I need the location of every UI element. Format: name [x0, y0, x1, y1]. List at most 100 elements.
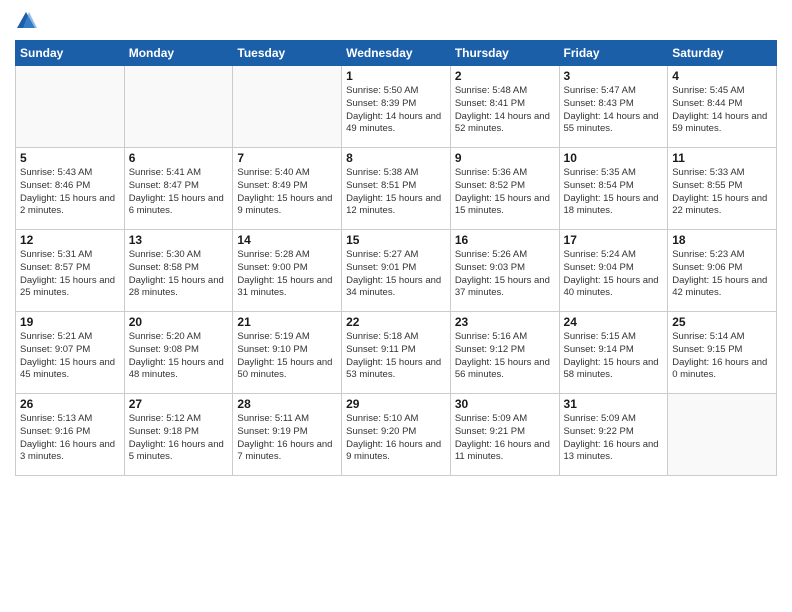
calendar-day-cell: 5 Sunrise: 5:43 AM Sunset: 8:46 PM Daylig…: [16, 148, 125, 230]
weekday-header: Thursday: [450, 41, 559, 66]
day-number: 10: [564, 151, 664, 165]
day-info: Sunrise: 5:20 AM Sunset: 9:08 PM Dayligh…: [129, 331, 229, 382]
day-info: Sunrise: 5:11 AM Sunset: 9:19 PM Dayligh…: [237, 413, 337, 464]
day-number: 6: [129, 151, 229, 165]
calendar-day-cell: [124, 66, 233, 148]
calendar-header-row: SundayMondayTuesdayWednesdayThursdayFrid…: [16, 41, 777, 66]
calendar-week-row: 12 Sunrise: 5:31 AM Sunset: 8:57 PM Dayli…: [16, 230, 777, 312]
logo-icon: [15, 10, 37, 32]
day-number: 30: [455, 397, 555, 411]
day-info: Sunrise: 5:31 AM Sunset: 8:57 PM Dayligh…: [20, 249, 120, 300]
day-info: Sunrise: 5:41 AM Sunset: 8:47 PM Dayligh…: [129, 167, 229, 218]
calendar-day-cell: 15Sunrise: 5:27 AM Sunset: 9:01 PM Dayli…: [342, 230, 451, 312]
day-number: 16: [455, 233, 555, 247]
day-number: 22: [346, 315, 446, 329]
day-info: Sunrise: 5:24 AM Sunset: 9:04 PM Dayligh…: [564, 249, 664, 300]
day-info: Sunrise: 5:28 AM Sunset: 9:00 PM Dayligh…: [237, 249, 337, 300]
calendar-week-row: 19 Sunrise: 5:21 AM Sunset: 9:07 PM Dayli…: [16, 312, 777, 394]
day-info: Sunrise: 5:21 AM Sunset: 9:07 PM Dayligh…: [20, 331, 120, 382]
day-info: Sunrise: 5:26 AM Sunset: 9:03 PM Dayligh…: [455, 249, 555, 300]
logo: [15, 10, 40, 32]
day-number: 13: [129, 233, 229, 247]
day-number: 31: [564, 397, 664, 411]
calendar-day-cell: 27 Sunrise: 5:12 AM Sunset: 9:18 PM Dayli…: [124, 394, 233, 476]
calendar-day-cell: 3 Sunrise: 5:47 AM Sunset: 8:43 PM Daylig…: [559, 66, 668, 148]
day-info: Sunrise: 5:18 AM Sunset: 9:11 PM Dayligh…: [346, 331, 446, 382]
day-number: 1: [346, 69, 446, 83]
weekday-header: Saturday: [668, 41, 777, 66]
day-info: Sunrise: 5:45 AM Sunset: 8:44 PM Dayligh…: [672, 85, 772, 136]
calendar-day-cell: 7Sunrise: 5:40 AM Sunset: 8:49 PM Daylig…: [233, 148, 342, 230]
day-info: Sunrise: 5:35 AM Sunset: 8:54 PM Dayligh…: [564, 167, 664, 218]
day-info: Sunrise: 5:40 AM Sunset: 8:49 PM Dayligh…: [237, 167, 337, 218]
calendar-day-cell: 28 Sunrise: 5:11 AM Sunset: 9:19 PM Dayli…: [233, 394, 342, 476]
day-number: 17: [564, 233, 664, 247]
calendar-day-cell: 30 Sunrise: 5:09 AM Sunset: 9:21 PM Dayli…: [450, 394, 559, 476]
calendar-day-cell: 10 Sunrise: 5:35 AM Sunset: 8:54 PM Dayli…: [559, 148, 668, 230]
day-number: 18: [672, 233, 772, 247]
calendar-day-cell: 13Sunrise: 5:30 AM Sunset: 8:58 PM Dayli…: [124, 230, 233, 312]
calendar-day-cell: 23Sunrise: 5:16 AM Sunset: 9:12 PM Dayli…: [450, 312, 559, 394]
calendar-day-cell: 2Sunrise: 5:48 AM Sunset: 8:41 PM Daylig…: [450, 66, 559, 148]
calendar-day-cell: 24Sunrise: 5:15 AM Sunset: 9:14 PM Dayli…: [559, 312, 668, 394]
day-number: 27: [129, 397, 229, 411]
day-number: 20: [129, 315, 229, 329]
calendar-day-cell: 16 Sunrise: 5:26 AM Sunset: 9:03 PM Dayli…: [450, 230, 559, 312]
day-number: 25: [672, 315, 772, 329]
day-info: Sunrise: 5:38 AM Sunset: 8:51 PM Dayligh…: [346, 167, 446, 218]
calendar-day-cell: 8 Sunrise: 5:38 AM Sunset: 8:51 PM Daylig…: [342, 148, 451, 230]
day-info: Sunrise: 5:12 AM Sunset: 9:18 PM Dayligh…: [129, 413, 229, 464]
calendar-day-cell: 17 Sunrise: 5:24 AM Sunset: 9:04 PM Dayli…: [559, 230, 668, 312]
calendar-day-cell: 18Sunrise: 5:23 AM Sunset: 9:06 PM Dayli…: [668, 230, 777, 312]
day-number: 21: [237, 315, 337, 329]
calendar-day-cell: 6 Sunrise: 5:41 AM Sunset: 8:47 PM Daylig…: [124, 148, 233, 230]
day-info: Sunrise: 5:16 AM Sunset: 9:12 PM Dayligh…: [455, 331, 555, 382]
calendar-day-cell: 14 Sunrise: 5:28 AM Sunset: 9:00 PM Dayli…: [233, 230, 342, 312]
calendar-table: SundayMondayTuesdayWednesdayThursdayFrid…: [15, 40, 777, 476]
day-info: Sunrise: 5:14 AM Sunset: 9:15 PM Dayligh…: [672, 331, 772, 382]
calendar-day-cell: [16, 66, 125, 148]
day-info: Sunrise: 5:47 AM Sunset: 8:43 PM Dayligh…: [564, 85, 664, 136]
calendar-day-cell: 11 Sunrise: 5:33 AM Sunset: 8:55 PM Dayli…: [668, 148, 777, 230]
day-number: 24: [564, 315, 664, 329]
calendar-day-cell: 31 Sunrise: 5:09 AM Sunset: 9:22 PM Dayli…: [559, 394, 668, 476]
calendar-day-cell: 25 Sunrise: 5:14 AM Sunset: 9:15 PM Dayli…: [668, 312, 777, 394]
weekday-header: Friday: [559, 41, 668, 66]
calendar-week-row: 5 Sunrise: 5:43 AM Sunset: 8:46 PM Daylig…: [16, 148, 777, 230]
day-number: 5: [20, 151, 120, 165]
day-number: 26: [20, 397, 120, 411]
day-info: Sunrise: 5:33 AM Sunset: 8:55 PM Dayligh…: [672, 167, 772, 218]
calendar-day-cell: [233, 66, 342, 148]
calendar-day-cell: 12 Sunrise: 5:31 AM Sunset: 8:57 PM Dayli…: [16, 230, 125, 312]
day-number: 12: [20, 233, 120, 247]
calendar-day-cell: [668, 394, 777, 476]
day-number: 15: [346, 233, 446, 247]
day-info: Sunrise: 5:50 AM Sunset: 8:39 PM Dayligh…: [346, 85, 446, 136]
calendar-day-cell: 4 Sunrise: 5:45 AM Sunset: 8:44 PM Daylig…: [668, 66, 777, 148]
day-info: Sunrise: 5:43 AM Sunset: 8:46 PM Dayligh…: [20, 167, 120, 218]
day-number: 29: [346, 397, 446, 411]
calendar-day-cell: 1 Sunrise: 5:50 AM Sunset: 8:39 PM Daylig…: [342, 66, 451, 148]
day-info: Sunrise: 5:09 AM Sunset: 9:21 PM Dayligh…: [455, 413, 555, 464]
day-info: Sunrise: 5:19 AM Sunset: 9:10 PM Dayligh…: [237, 331, 337, 382]
day-number: 9: [455, 151, 555, 165]
calendar-week-row: 1 Sunrise: 5:50 AM Sunset: 8:39 PM Daylig…: [16, 66, 777, 148]
day-info: Sunrise: 5:36 AM Sunset: 8:52 PM Dayligh…: [455, 167, 555, 218]
day-number: 8: [346, 151, 446, 165]
day-number: 3: [564, 69, 664, 83]
calendar-day-cell: 22 Sunrise: 5:18 AM Sunset: 9:11 PM Dayli…: [342, 312, 451, 394]
day-number: 19: [20, 315, 120, 329]
day-info: Sunrise: 5:09 AM Sunset: 9:22 PM Dayligh…: [564, 413, 664, 464]
day-number: 4: [672, 69, 772, 83]
day-number: 28: [237, 397, 337, 411]
calendar-day-cell: 9 Sunrise: 5:36 AM Sunset: 8:52 PM Daylig…: [450, 148, 559, 230]
calendar-header: [15, 10, 777, 32]
day-info: Sunrise: 5:48 AM Sunset: 8:41 PM Dayligh…: [455, 85, 555, 136]
calendar-day-cell: 19 Sunrise: 5:21 AM Sunset: 9:07 PM Dayli…: [16, 312, 125, 394]
day-info: Sunrise: 5:13 AM Sunset: 9:16 PM Dayligh…: [20, 413, 120, 464]
day-number: 14: [237, 233, 337, 247]
day-info: Sunrise: 5:10 AM Sunset: 9:20 PM Dayligh…: [346, 413, 446, 464]
weekday-header: Monday: [124, 41, 233, 66]
day-number: 11: [672, 151, 772, 165]
calendar-week-row: 26 Sunrise: 5:13 AM Sunset: 9:16 PM Dayli…: [16, 394, 777, 476]
